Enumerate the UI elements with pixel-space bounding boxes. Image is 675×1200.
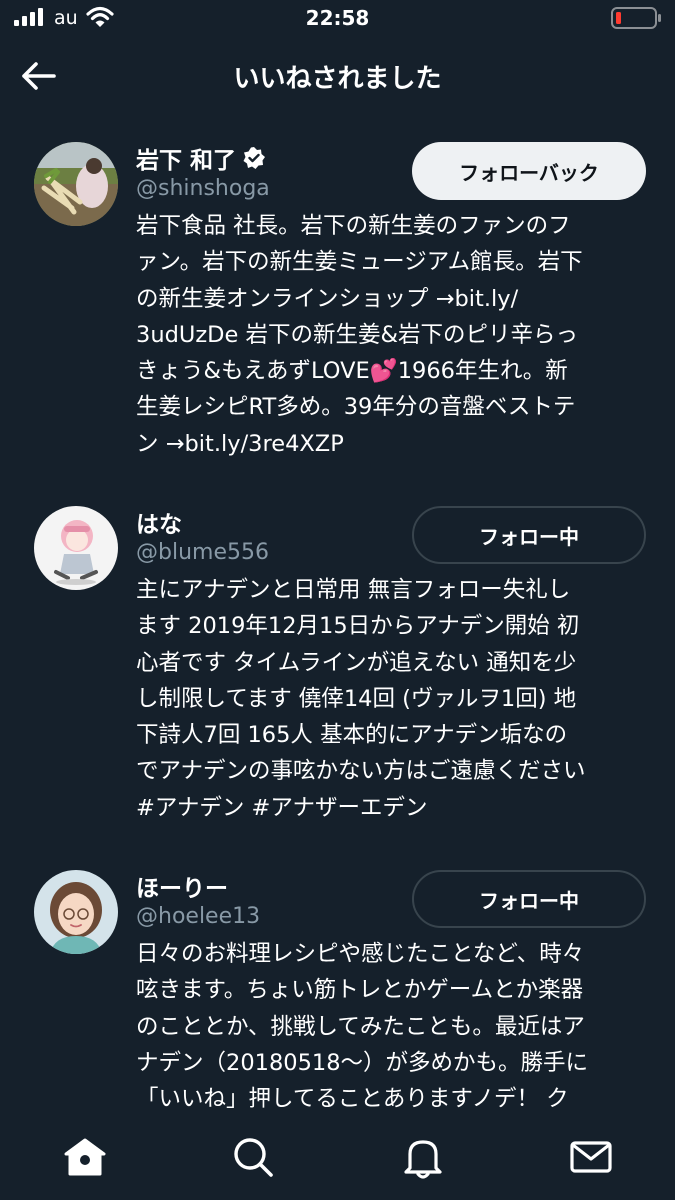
avatar[interactable]: [34, 142, 118, 226]
bio-line: ます 2019年12月15日からアナデン開始 初: [136, 613, 580, 640]
bottom-tab-bar: [0, 1116, 675, 1200]
follow-back-button[interactable]: フォローバック: [412, 142, 646, 200]
user-bio: 岩下食品 社長。岩下の新生姜のファンのフ ァン。岩下の新生姜ミュージアム館長。岩…: [136, 208, 656, 462]
page-title: いいねされました: [233, 64, 442, 94]
following-button[interactable]: フォロー中: [412, 870, 646, 928]
user-handle: @hoelee13: [136, 904, 261, 929]
messages-icon[interactable]: [568, 1134, 614, 1180]
user-bio: 日々のお料理レシピや感じたことなど、時々 呟きます。ちょい筋トレとかゲームとか楽…: [136, 936, 656, 1116]
user-bio: 主にアナデンと日常用 無言フォロー失礼し ます 2019年12月15日からアナデ…: [136, 572, 656, 826]
bio-line: 下詩人7回 165人 基本的にアナデン垢なの: [136, 722, 568, 749]
bio-line: し制限してます 僥倖14回 (ヴァルヲ1回) 地: [136, 685, 577, 712]
bio-line[interactable]: 3udUzDe 岩下の新生姜&岩下のピリ辛らっ: [136, 317, 656, 353]
user-list-item[interactable]: 岩下 和了 @shinshoga フォローバック 岩下食品 社長。岩下の新生姜の…: [0, 142, 675, 472]
bio-line: 岩下食品 社長。岩下の新生姜のファンのフ: [136, 213, 571, 239]
following-button[interactable]: フォロー中: [412, 506, 646, 564]
bio-line[interactable]: ン →bit.ly/3re4XZP: [136, 426, 656, 462]
battery-icon: [611, 7, 661, 29]
user-list-item[interactable]: はな @blume556 フォロー中 主にアナデンと日常用 無言フォロー失礼し …: [0, 506, 675, 826]
bio-line: 日々のお料理レシピや感じたことなど、時々: [136, 941, 585, 967]
bio-line[interactable]: の新生姜オンラインショップ →bit.ly/: [136, 281, 656, 317]
display-name: 岩下 和了: [136, 148, 237, 174]
user-list-item[interactable]: ほーりー @hoelee13 フォロー中 日々のお料理レシピや感じたことなど、時…: [0, 870, 675, 1116]
bio-line: でアナデンの事呟かない方はご遠慮ください: [136, 758, 586, 785]
status-time: 22:58: [305, 6, 370, 30]
bio-line: 心者です タイムラインが追えない 通知を少: [136, 649, 577, 676]
bio-line: 生姜レシピRT多め。39年分の音盤ベストテ: [136, 394, 576, 421]
bio-line: 主にアナデンと日常用 無言フォロー失礼し: [136, 577, 571, 603]
user-handle: @shinshoga: [136, 176, 270, 201]
avatar[interactable]: [34, 506, 118, 590]
bio-line: きょう&もえあずLOVE💕1966年生れ。新: [136, 358, 568, 385]
bio-line: のこととか、挑戦してみたことも。最近はア: [136, 1013, 585, 1040]
home-icon[interactable]: [62, 1134, 108, 1180]
bio-line: ァン。岩下の新生姜ミュージアム館長。岩下: [136, 249, 583, 276]
bio-line[interactable]: #アナデン #アナザーエデン: [136, 790, 656, 826]
header: いいねされました: [0, 44, 675, 110]
display-name: はな: [136, 512, 182, 538]
search-icon[interactable]: [230, 1134, 276, 1180]
avatar[interactable]: [34, 870, 118, 954]
verified-badge-icon: [243, 147, 266, 169]
user-handle: @blume556: [136, 540, 269, 565]
bio-line: 「いいね」押してることありますノデ！ ク: [136, 1086, 569, 1113]
bio-line: ナデン（20180518～）が多めかも。勝手に: [136, 1049, 589, 1076]
display-name: ほーりー: [136, 876, 228, 902]
bio-line: 呟きます。ちょい筋トレとかゲームとか楽器: [136, 977, 584, 1004]
status-bar: au 22:58: [0, 0, 675, 40]
notifications-icon[interactable]: [400, 1134, 446, 1180]
